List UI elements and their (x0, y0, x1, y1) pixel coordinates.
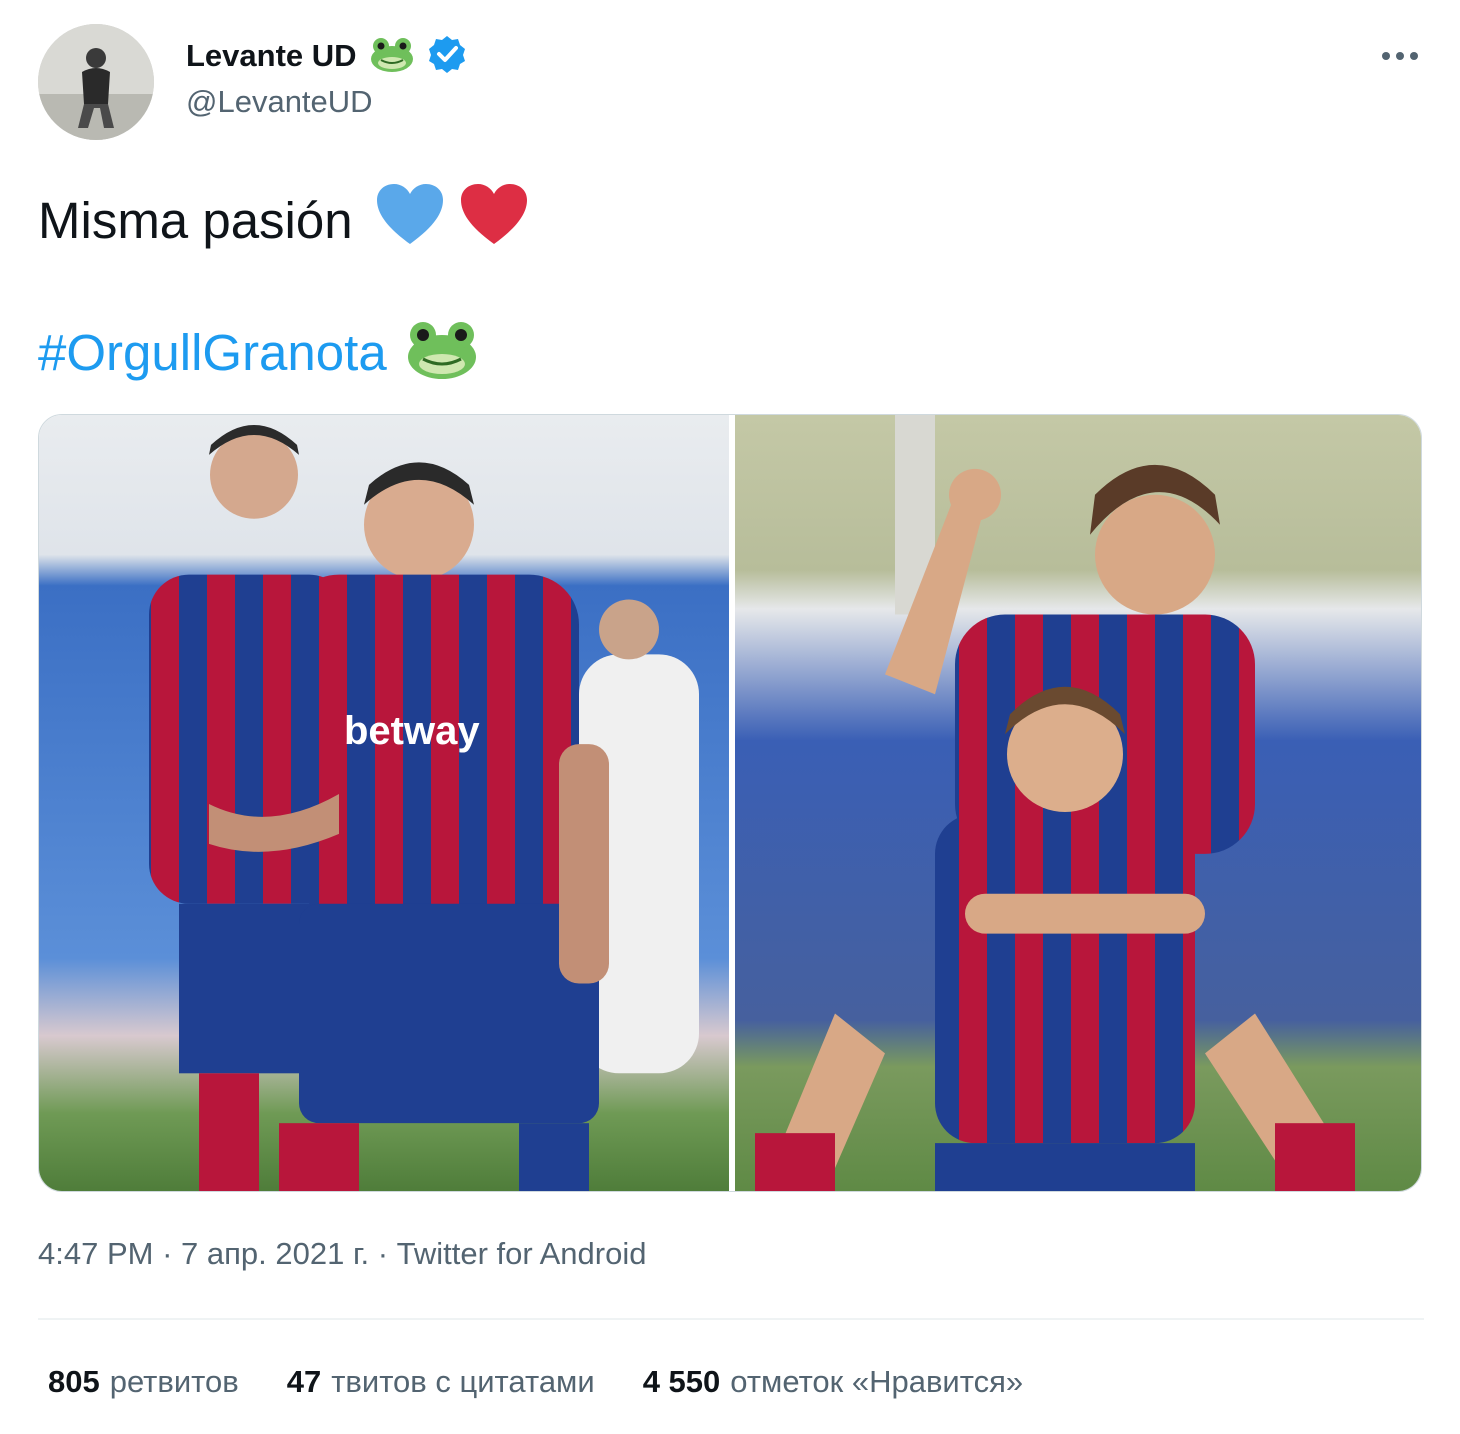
author-display-name[interactable]: Levante UD (186, 38, 357, 74)
tweet-source[interactable]: Twitter for Android (397, 1236, 647, 1272)
hashtag-link[interactable]: #OrgullGranota (38, 323, 387, 382)
author-handle[interactable]: @LevanteUD (186, 84, 373, 120)
tweet-date[interactable]: 7 апр. 2021 г. (181, 1236, 369, 1272)
verified-badge-icon (427, 34, 467, 79)
tweet-metadata: 4:47 PM · 7 апр. 2021 г. · Twitter for A… (38, 1236, 646, 1272)
svg-text:betway: betway (344, 709, 480, 753)
quotes-label: твитов с цитатами (331, 1364, 595, 1399)
tweet-stats: 805 ретвитов 47 твитов с цитатами 4 550 отм… (48, 1364, 1071, 1400)
meta-separator: · (369, 1236, 397, 1271)
tweet-text-body: Misma pasión (38, 191, 353, 249)
frog-face-icon (369, 35, 415, 78)
likes-label: отметок «Нравится» (730, 1364, 1024, 1399)
author-name-row: Levante UD (186, 34, 467, 78)
avatar[interactable] (38, 24, 154, 140)
divider (38, 1318, 1424, 1320)
quotes-count: 47 (286, 1364, 322, 1399)
retweets-label: ретвитов (109, 1364, 239, 1399)
likes-count: 4 550 (642, 1364, 721, 1399)
retweets-stat[interactable]: 805 ретвитов (48, 1364, 239, 1400)
tweet-text: Misma pasión (38, 180, 529, 260)
hashtag-row: #OrgullGranota (38, 312, 479, 392)
retweets-count: 805 (48, 1364, 100, 1399)
quotes-stat[interactable]: 47 твитов с цитатами (287, 1364, 595, 1400)
frog-face-icon (405, 319, 479, 386)
likes-stat[interactable]: 4 550 отметок «Нравится» (643, 1364, 1023, 1400)
photo-womens-team-celebration[interactable] (735, 415, 1421, 1191)
meta-separator: · (153, 1236, 182, 1271)
more-options-icon[interactable] (1374, 36, 1426, 76)
avatar-image (38, 24, 154, 140)
photo-mens-team-celebration[interactable]: betway (39, 415, 729, 1191)
tweet-media-grid: betway (38, 414, 1422, 1192)
red-heart-icon (459, 182, 529, 258)
blue-heart-icon (375, 182, 445, 258)
tweet-time[interactable]: 4:47 PM (38, 1236, 153, 1272)
